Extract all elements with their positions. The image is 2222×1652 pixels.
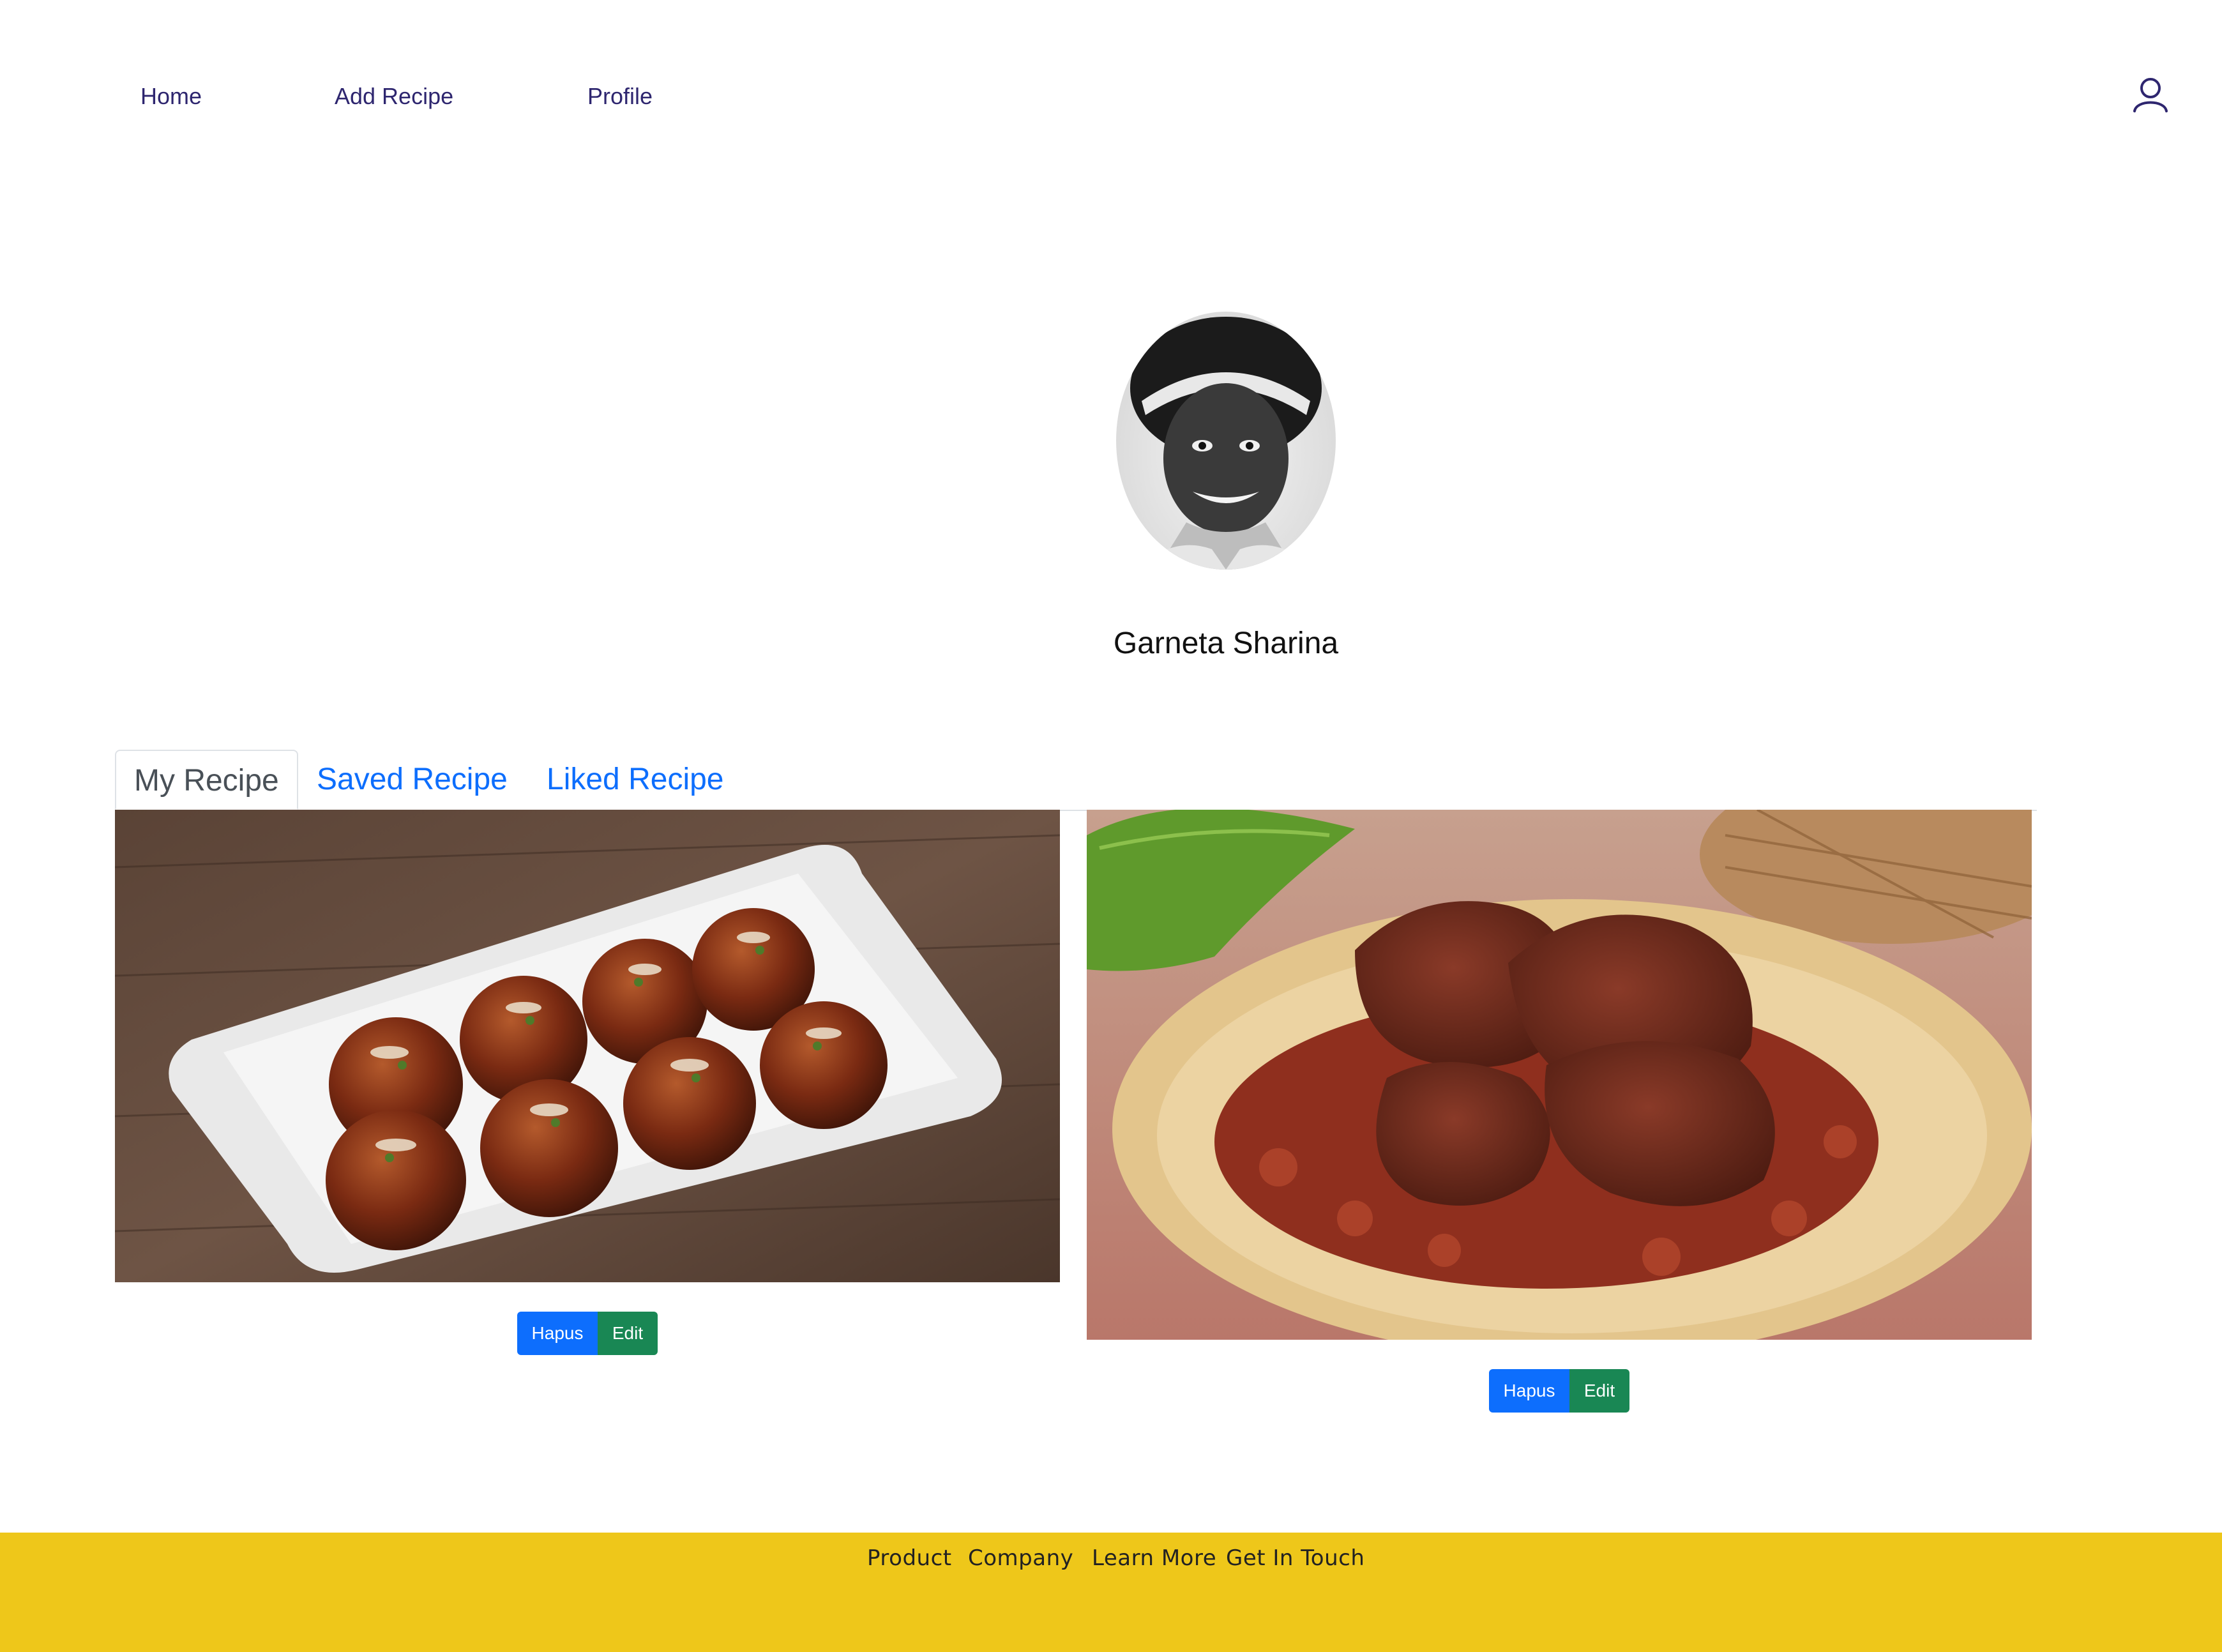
tab-saved-recipe[interactable]: Saved Recipe: [317, 750, 508, 810]
rendang-photo[interactable]: [1087, 810, 2032, 1340]
footer-link-get-in-touch[interactable]: Get In Touch: [1226, 1545, 1364, 1571]
user-icon[interactable]: [2131, 75, 2170, 116]
tab-liked-recipe[interactable]: Liked Recipe: [547, 750, 724, 810]
footer-link-product[interactable]: Product: [867, 1545, 952, 1571]
delete-button[interactable]: Hapus: [517, 1312, 598, 1355]
top-navbar: Home Add Recipe Profile: [0, 0, 2222, 153]
recipe-card: Hapus Edit: [1087, 810, 2032, 1416]
delete-button[interactable]: Hapus: [1489, 1369, 1569, 1413]
footer: Product Company Learn More Get In Touch: [0, 1533, 2222, 1652]
tab-my-recipe[interactable]: My Recipe: [115, 750, 298, 810]
recipe-card: Hapus Edit: [115, 810, 1060, 1359]
nav-add-recipe-link[interactable]: Add Recipe: [335, 83, 453, 110]
takoyaki-photo[interactable]: [115, 810, 1060, 1282]
nav-profile-link[interactable]: Profile: [587, 83, 653, 110]
edit-button[interactable]: Edit: [1569, 1369, 1629, 1413]
profile-avatar: [1116, 312, 1336, 570]
footer-link-learn-more[interactable]: Learn More: [1092, 1545, 1216, 1571]
footer-link-company[interactable]: Company: [968, 1545, 1073, 1571]
edit-button[interactable]: Edit: [598, 1312, 658, 1355]
recipe-tabs: My Recipe Saved Recipe Liked Recipe: [115, 750, 2037, 811]
profile-name: Garneta Sharina: [1113, 626, 1339, 660]
nav-home-link[interactable]: Home: [140, 83, 202, 110]
